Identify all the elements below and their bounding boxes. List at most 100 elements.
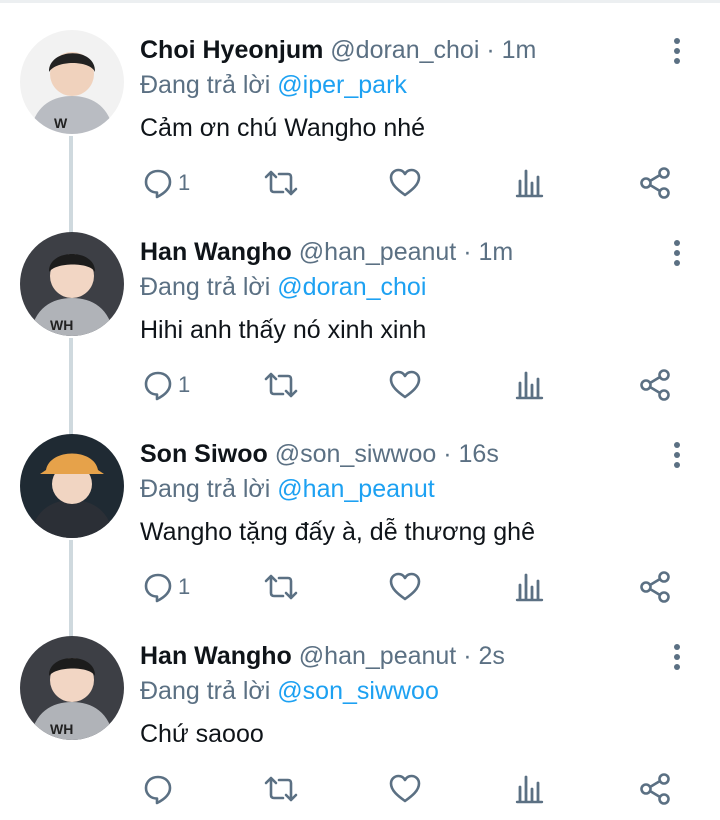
more-vertical-icon: [674, 442, 680, 468]
heart-icon: [389, 774, 421, 803]
retweet-icon: [264, 776, 298, 802]
reply-icon: [144, 169, 172, 199]
share-icon: [640, 773, 670, 805]
replying-to: Đang trả lời @han_peanut: [140, 473, 435, 505]
mention-link[interactable]: @doran_choi: [277, 273, 426, 301]
timestamp[interactable]: 2s: [479, 642, 505, 670]
separator: ·: [463, 642, 472, 670]
heart-icon: [389, 168, 421, 197]
more-options-button[interactable]: [664, 440, 690, 470]
retweet-button[interactable]: [262, 569, 300, 605]
tweet-header: Han Wangho @han_peanut · 2s: [140, 640, 505, 672]
reply-button[interactable]: 1: [142, 367, 190, 403]
stats-icon: [515, 573, 544, 602]
reply-count: 1: [178, 574, 191, 599]
retweet-button[interactable]: [262, 367, 300, 403]
like-button[interactable]: [388, 367, 422, 403]
heart-icon: [389, 370, 421, 399]
stats-button[interactable]: [514, 771, 546, 807]
more-vertical-icon: [674, 38, 680, 64]
tweet[interactable]: WH Han Wangho @han_peanut · 1m Đang trả …: [0, 202, 720, 404]
user-handle[interactable]: @han_peanut: [299, 238, 456, 266]
avatar[interactable]: W: [20, 30, 124, 134]
user-handle[interactable]: @son_siwwoo: [275, 440, 437, 468]
replying-to: Đang trả lời @doran_choi: [140, 271, 426, 303]
retweet-button[interactable]: [262, 771, 300, 807]
reply-button[interactable]: 1: [142, 569, 190, 605]
replying-to-label: Đang trả lời: [140, 475, 271, 503]
more-vertical-icon: [674, 240, 680, 266]
tweet-actions: [140, 771, 700, 807]
tweet-header: Choi Hyeonjum @doran_choi · 1m: [140, 34, 536, 66]
share-button[interactable]: [638, 165, 672, 201]
display-name[interactable]: Choi Hyeonjum: [140, 36, 323, 64]
separator: ·: [463, 238, 472, 266]
timestamp[interactable]: 1m: [502, 36, 537, 64]
stats-icon: [515, 169, 544, 198]
tweet-actions: 1: [140, 569, 700, 605]
replying-to: Đang trả lời @son_siwwoo: [140, 675, 439, 707]
stats-button[interactable]: [514, 367, 546, 403]
tweet-header: Son Siwoo @son_siwwoo · 16s: [140, 438, 499, 470]
timestamp[interactable]: 1m: [479, 238, 514, 266]
avatar[interactable]: WH: [20, 636, 124, 740]
more-options-button[interactable]: [664, 642, 690, 672]
reply-button[interactable]: [142, 771, 178, 807]
separator: ·: [486, 36, 495, 64]
reply-icon: [144, 775, 172, 805]
reply-icon: [144, 371, 172, 401]
replying-to-label: Đang trả lời: [140, 273, 271, 301]
timestamp[interactable]: 16s: [459, 440, 499, 468]
share-button[interactable]: [638, 367, 672, 403]
user-handle[interactable]: @han_peanut: [299, 642, 456, 670]
tweet-text: Chứ saooo: [140, 720, 264, 748]
share-icon: [640, 369, 670, 401]
tweet[interactable]: Son Siwoo @son_siwwoo · 16s Đang trả lời…: [0, 404, 720, 606]
svg-text:WH: WH: [50, 721, 73, 737]
separator: ·: [443, 440, 452, 468]
like-button[interactable]: [388, 165, 422, 201]
heart-icon: [389, 572, 421, 601]
avatar[interactable]: [20, 434, 124, 538]
avatar[interactable]: WH: [20, 232, 124, 336]
tweet[interactable]: W Choi Hyeonjum @doran_choi · 1m Đang tr…: [0, 0, 720, 202]
retweet-button[interactable]: [262, 165, 300, 201]
mention-link[interactable]: @han_peanut: [277, 475, 434, 503]
retweet-icon: [264, 372, 298, 398]
stats-button[interactable]: [514, 569, 546, 605]
share-icon: [640, 571, 670, 603]
mention-link[interactable]: @iper_park: [277, 71, 407, 99]
like-button[interactable]: [388, 771, 422, 807]
svg-text:WH: WH: [50, 317, 73, 333]
stats-button[interactable]: [514, 165, 546, 201]
tweet-text: Wangho tặng đấy à, dễ thương ghê: [140, 518, 535, 546]
more-options-button[interactable]: [664, 238, 690, 268]
mention-link[interactable]: @son_siwwoo: [277, 677, 439, 705]
share-button[interactable]: [638, 569, 672, 605]
replying-to: Đang trả lời @iper_park: [140, 69, 407, 101]
svg-text:W: W: [54, 115, 68, 131]
display-name[interactable]: Son Siwoo: [140, 440, 268, 468]
stats-icon: [515, 775, 544, 804]
reply-button[interactable]: 1: [142, 165, 190, 201]
reply-count: 1: [178, 170, 191, 195]
more-vertical-icon: [674, 644, 680, 670]
retweet-icon: [264, 170, 298, 196]
user-handle[interactable]: @doran_choi: [330, 36, 479, 64]
stats-icon: [515, 371, 544, 400]
display-name[interactable]: Han Wangho: [140, 238, 292, 266]
like-button[interactable]: [388, 569, 422, 605]
more-options-button[interactable]: [664, 36, 690, 66]
share-button[interactable]: [638, 771, 672, 807]
tweet-header: Han Wangho @han_peanut · 1m: [140, 236, 513, 268]
tweet-text: Hihi anh thấy nó xinh xinh: [140, 316, 427, 344]
retweet-icon: [264, 574, 298, 600]
tweet-text: Cảm ơn chú Wangho nhé: [140, 114, 426, 142]
reply-icon: [144, 573, 172, 603]
reply-count: 1: [178, 372, 191, 397]
share-icon: [640, 167, 670, 199]
tweet-actions: 1: [140, 165, 700, 201]
replying-to-label: Đang trả lời: [140, 71, 271, 99]
tweet[interactable]: WH Han Wangho @han_peanut · 2s Đang trả …: [0, 606, 720, 808]
display-name[interactable]: Han Wangho: [140, 642, 292, 670]
